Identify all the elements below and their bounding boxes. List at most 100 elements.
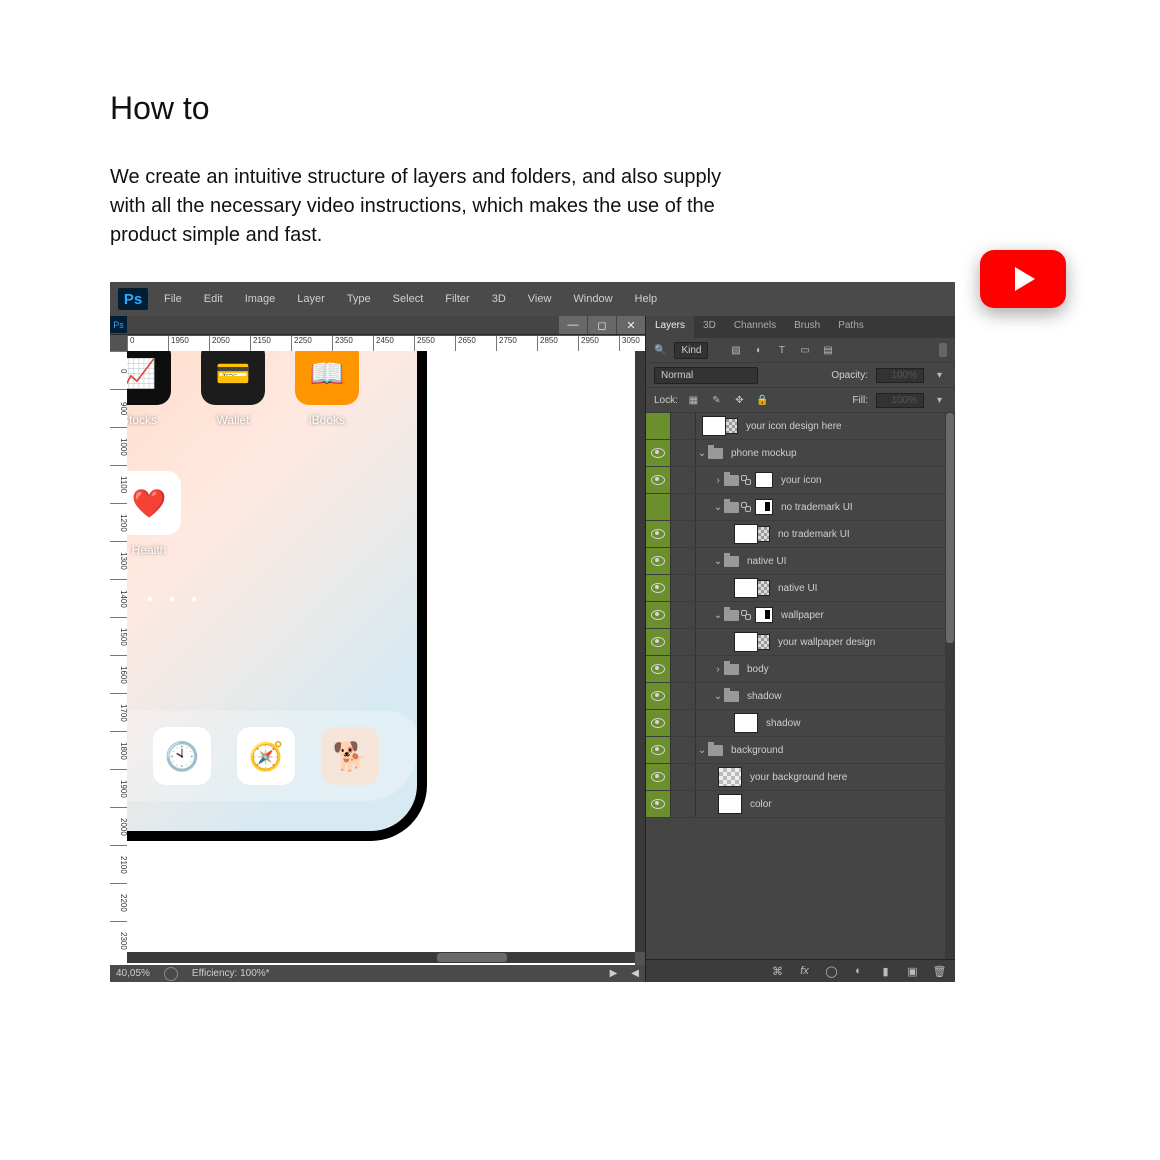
mask-icon[interactable]: ◯ bbox=[824, 964, 839, 979]
layer-row[interactable]: no trademark UI bbox=[646, 521, 955, 548]
link-layers-icon[interactable]: ⌘ bbox=[770, 964, 785, 979]
layer-row[interactable]: ⌄ background bbox=[646, 737, 955, 764]
layer-row[interactable]: color bbox=[646, 791, 955, 818]
layer-row[interactable]: ⌄ no trademark UI bbox=[646, 494, 955, 521]
layer-mask-thumb[interactable] bbox=[755, 472, 773, 488]
maximize-button[interactable]: ◻ bbox=[588, 316, 616, 334]
lock-transparent-icon[interactable]: ▦ bbox=[686, 393, 701, 408]
horizontal-scrollbar[interactable] bbox=[127, 952, 635, 963]
disclosure-icon[interactable]: ⌄ bbox=[712, 609, 724, 621]
disclosure-icon[interactable]: ⌄ bbox=[712, 690, 724, 702]
layer-name[interactable]: shadow bbox=[747, 691, 781, 702]
blend-mode-select[interactable]: Normal bbox=[654, 367, 758, 384]
menu-view[interactable]: View bbox=[518, 287, 562, 311]
visibility-toggle[interactable] bbox=[646, 791, 671, 817]
layer-name[interactable]: your background here bbox=[750, 772, 847, 783]
visibility-toggle[interactable] bbox=[646, 467, 671, 493]
menu-layer[interactable]: Layer bbox=[287, 287, 335, 311]
fill-input[interactable]: 100% bbox=[876, 393, 924, 408]
layer-thumb[interactable] bbox=[702, 416, 726, 436]
layer-row[interactable]: › body bbox=[646, 656, 955, 683]
visibility-toggle[interactable] bbox=[646, 521, 671, 547]
layer-row[interactable]: › your icon bbox=[646, 467, 955, 494]
layer-name[interactable]: body bbox=[747, 664, 769, 675]
layer-thumb[interactable] bbox=[734, 578, 758, 598]
disclosure-icon[interactable]: ⌄ bbox=[712, 501, 724, 513]
menu-edit[interactable]: Edit bbox=[194, 287, 233, 311]
panel-tab-brush[interactable]: Brush bbox=[785, 316, 829, 338]
layer-name[interactable]: wallpaper bbox=[781, 610, 824, 621]
layer-mask-thumb[interactable] bbox=[755, 607, 773, 623]
menu-filter[interactable]: Filter bbox=[435, 287, 479, 311]
layer-thumb[interactable] bbox=[734, 713, 758, 733]
visibility-toggle[interactable] bbox=[646, 629, 671, 655]
filter-pixel-icon[interactable]: ▧ bbox=[728, 343, 743, 358]
layer-row[interactable]: ⌄ shadow bbox=[646, 683, 955, 710]
menu-type[interactable]: Type bbox=[337, 287, 381, 311]
disclosure-icon[interactable]: ⌄ bbox=[712, 555, 724, 567]
visibility-toggle[interactable] bbox=[646, 548, 671, 574]
filter-type-icon[interactable]: T bbox=[774, 343, 789, 358]
minimize-button[interactable]: — bbox=[559, 316, 587, 334]
visibility-toggle[interactable] bbox=[646, 413, 671, 439]
filter-adjust-icon[interactable]: ◐ bbox=[751, 343, 766, 358]
menu-help[interactable]: Help bbox=[625, 287, 668, 311]
menu-select[interactable]: Select bbox=[383, 287, 434, 311]
layer-row[interactable]: your background here bbox=[646, 764, 955, 791]
layer-name[interactable]: no trademark UI bbox=[781, 502, 853, 513]
youtube-badge[interactable] bbox=[980, 250, 1066, 308]
layer-name[interactable]: phone mockup bbox=[731, 448, 797, 459]
layer-name[interactable]: your icon bbox=[781, 475, 822, 486]
lock-paint-icon[interactable]: ✎ bbox=[709, 393, 724, 408]
menu-3d[interactable]: 3D bbox=[482, 287, 516, 311]
layer-row[interactable]: ⌄ native UI bbox=[646, 548, 955, 575]
adjustment-icon[interactable]: ◐ bbox=[851, 964, 866, 979]
visibility-toggle[interactable] bbox=[646, 710, 671, 736]
disclosure-icon[interactable]: ⌄ bbox=[696, 744, 708, 756]
canvas-area[interactable]: Ps — ◻ ✕ 0195020502150225023502450255026… bbox=[110, 316, 645, 982]
close-button[interactable]: ✕ bbox=[617, 316, 645, 334]
trash-icon[interactable]: 🗑 bbox=[932, 964, 947, 979]
layer-name[interactable]: no trademark UI bbox=[778, 529, 850, 540]
layer-name[interactable]: native UI bbox=[747, 556, 786, 567]
visibility-toggle[interactable] bbox=[646, 683, 671, 709]
layer-row[interactable]: your wallpaper design bbox=[646, 629, 955, 656]
layer-name[interactable]: color bbox=[750, 799, 772, 810]
disclosure-icon[interactable]: › bbox=[712, 663, 724, 675]
layer-thumb[interactable] bbox=[718, 767, 742, 787]
filter-shape-icon[interactable]: ▭ bbox=[797, 343, 812, 358]
layer-thumb[interactable] bbox=[734, 524, 758, 544]
layer-row[interactable]: shadow bbox=[646, 710, 955, 737]
lock-position-icon[interactable]: ✥ bbox=[732, 393, 747, 408]
panel-scrollbar[interactable] bbox=[945, 413, 955, 959]
visibility-toggle[interactable] bbox=[646, 737, 671, 763]
disclosure-icon[interactable]: › bbox=[712, 474, 724, 486]
layer-thumb[interactable] bbox=[718, 794, 742, 814]
visibility-toggle[interactable] bbox=[646, 602, 671, 628]
layer-name[interactable]: your wallpaper design bbox=[778, 637, 875, 648]
visibility-toggle[interactable] bbox=[646, 764, 671, 790]
new-layer-icon[interactable]: ▣ bbox=[905, 964, 920, 979]
visibility-toggle[interactable] bbox=[646, 494, 671, 520]
group-icon[interactable]: ▮ bbox=[878, 964, 893, 979]
layer-name[interactable]: shadow bbox=[766, 718, 800, 729]
fx-icon[interactable]: fx bbox=[797, 964, 812, 979]
filter-kind[interactable]: Kind bbox=[674, 342, 708, 359]
layer-row[interactable]: native UI bbox=[646, 575, 955, 602]
menu-file[interactable]: File bbox=[154, 287, 192, 311]
menu-image[interactable]: Image bbox=[235, 287, 286, 311]
zoom-level[interactable]: 40,05% bbox=[116, 968, 150, 979]
visibility-toggle[interactable] bbox=[646, 575, 671, 601]
layer-name[interactable]: background bbox=[731, 745, 783, 756]
layer-mask-thumb[interactable] bbox=[755, 499, 773, 515]
panel-tab-3d[interactable]: 3D bbox=[694, 316, 725, 338]
layer-row[interactable]: your icon design here bbox=[646, 413, 955, 440]
opacity-input[interactable]: 100% bbox=[876, 368, 924, 383]
layer-row[interactable]: ⌄phone mockup bbox=[646, 440, 955, 467]
filter-smart-icon[interactable]: ▤ bbox=[820, 343, 835, 358]
layer-thumb[interactable] bbox=[734, 632, 758, 652]
menu-window[interactable]: Window bbox=[563, 287, 622, 311]
lock-all-icon[interactable]: 🔒 bbox=[755, 393, 770, 408]
visibility-toggle[interactable] bbox=[646, 440, 671, 466]
layer-row[interactable]: ⌄ wallpaper bbox=[646, 602, 955, 629]
